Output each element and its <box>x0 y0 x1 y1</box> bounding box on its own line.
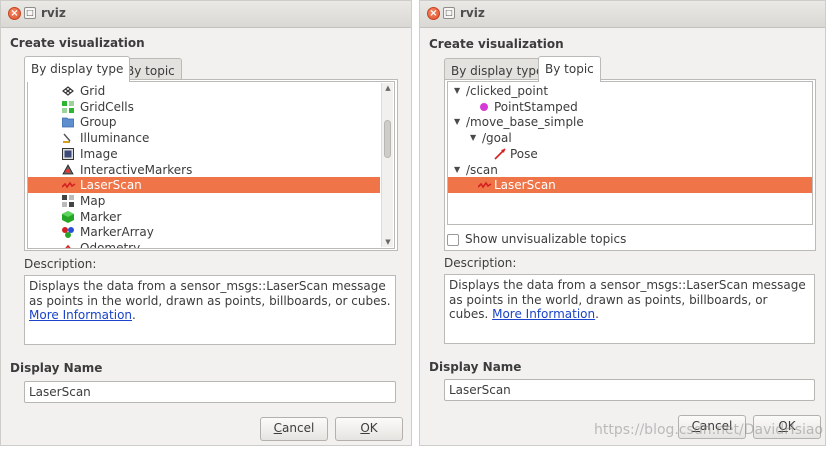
tree-item[interactable]: PointStamped <box>448 99 812 115</box>
create-visualization-heading: Create visualization <box>10 36 145 50</box>
scrollbar-thumb[interactable] <box>384 120 391 158</box>
tab-by-topic[interactable]: By topic <box>538 56 601 82</box>
list-item[interactable]: Map <box>28 193 394 209</box>
display-name-input[interactable]: LaserScan <box>444 379 815 401</box>
display-name-input[interactable]: LaserScan <box>24 381 396 403</box>
close-icon[interactable]: × <box>427 7 440 20</box>
image-icon <box>62 147 74 160</box>
description-box: Displays the data from a sensor_msgs::La… <box>24 275 396 345</box>
ok-button[interactable]: OK <box>335 417 403 441</box>
tree-item-label: Pose <box>510 146 538 161</box>
tree-item-label: /move_base_simple <box>466 115 584 130</box>
display-name-label: Display Name <box>429 360 522 374</box>
list-item[interactable]: Marker <box>28 209 394 225</box>
description-label: Description: <box>24 257 97 271</box>
list-item-label: Grid <box>80 84 106 98</box>
tree-item[interactable]: ▼ /goal <box>448 130 812 146</box>
show-unvisualizable-checkbox[interactable] <box>447 234 459 246</box>
show-unvisualizable-label[interactable]: Show unvisualizable topics <box>465 232 626 246</box>
list-item-label: LaserScan <box>80 178 142 193</box>
rviz-window-right: × □ rviz Create visualization By display… <box>419 0 826 446</box>
list-item-label: GridCells <box>80 99 134 114</box>
gridcells-icon <box>62 100 74 113</box>
display-name-label: Display Name <box>10 361 103 375</box>
scroll-down-icon[interactable]: ▼ <box>382 237 394 247</box>
laserscan-icon <box>61 179 76 191</box>
tab-by-display-type[interactable]: By display type <box>444 58 551 80</box>
maximize-icon[interactable]: □ <box>24 7 36 19</box>
map-icon <box>62 194 74 207</box>
list-item[interactable]: Group <box>28 114 394 130</box>
list-item[interactable]: GridCells <box>28 99 394 115</box>
watermark: https://blog.csdn.net/DavidHsiao <box>594 422 824 438</box>
scroll-up-icon[interactable]: ▲ <box>382 83 394 93</box>
interactive-markers-icon <box>62 163 74 176</box>
list-item-label: Map <box>80 193 106 208</box>
list-item-label: Group <box>80 115 117 130</box>
title-bar: × □ rviz <box>420 1 825 28</box>
illuminance-icon <box>62 132 74 144</box>
more-information-link[interactable]: More Information <box>29 308 132 322</box>
list-item-label: InteractiveMarkers <box>80 162 193 177</box>
scrollbar[interactable]: ▲ ▼ <box>381 83 393 247</box>
rviz-window-left: × □ rviz Create visualization By display… <box>0 0 412 446</box>
marker-icon <box>62 210 74 223</box>
description-label: Description: <box>444 256 517 270</box>
tree-item-label: /goal <box>482 131 512 146</box>
list-item[interactable]: Image <box>28 146 394 162</box>
display-type-list[interactable]: Grid GridCells Group Illuminance Image Intera… <box>27 81 395 249</box>
tree-item[interactable]: ▼ /move_base_simple <box>448 114 812 130</box>
point-stamped-icon <box>478 101 490 113</box>
title-bar: × □ rviz <box>1 1 411 28</box>
list-item-label: Odometry <box>80 241 141 249</box>
tree-item-label: /scan <box>466 162 498 177</box>
tree-item[interactable]: LaserScan <box>448 177 812 194</box>
tree-item[interactable]: Pose <box>448 146 812 162</box>
description-end: . <box>595 307 599 321</box>
list-item-label: Marker <box>80 209 122 224</box>
list-item[interactable]: InteractiveMarkers <box>28 162 394 178</box>
marker-array-icon <box>62 226 74 239</box>
more-information-link[interactable]: More Information <box>492 307 595 321</box>
tree-item-label: LaserScan <box>494 178 556 193</box>
tree-item[interactable]: ▼ /clicked_point <box>448 83 812 99</box>
list-item-label: Illuminance <box>80 131 150 146</box>
list-item[interactable]: Grid <box>28 83 394 99</box>
create-visualization-heading: Create visualization <box>429 37 564 51</box>
topic-tree[interactable]: ▼/clicked_point PointStamped ▼/move_base_s… <box>447 81 813 225</box>
odometry-icon <box>62 242 74 248</box>
folder-icon <box>61 116 75 128</box>
maximize-icon[interactable]: □ <box>443 7 455 19</box>
tab-by-display-type[interactable]: By display type <box>24 56 131 82</box>
description-box: Displays the data from a sensor_msgs::La… <box>444 274 815 344</box>
expand-arrow-icon[interactable]: ▼ <box>454 114 460 130</box>
cancel-button[interactable]: Cancel <box>260 417 328 441</box>
tree-item-label: /clicked_point <box>466 84 549 98</box>
list-item[interactable]: Odometry <box>28 240 394 249</box>
tree-item-label: PointStamped <box>494 99 578 114</box>
laserscan-icon <box>477 179 492 191</box>
expand-arrow-icon[interactable]: ▼ <box>470 130 476 146</box>
list-item[interactable]: Illuminance <box>28 130 394 146</box>
window-title: rviz <box>41 6 66 20</box>
window-title: rviz <box>460 6 485 20</box>
grid-icon <box>62 85 74 97</box>
list-item-label: Image <box>80 146 118 161</box>
list-item[interactable]: MarkerArray <box>28 224 394 240</box>
tree-item[interactable]: ▼ /scan <box>448 162 812 178</box>
pose-icon <box>494 148 506 160</box>
expand-arrow-icon[interactable]: ▼ <box>454 83 460 99</box>
close-icon[interactable]: × <box>8 7 21 20</box>
list-item[interactable]: LaserScan <box>28 177 380 194</box>
description-text: Displays the data from a sensor_msgs::La… <box>29 279 391 308</box>
expand-arrow-icon[interactable]: ▼ <box>454 162 460 178</box>
list-item-label: MarkerArray <box>80 225 154 240</box>
description-end: . <box>132 308 136 322</box>
